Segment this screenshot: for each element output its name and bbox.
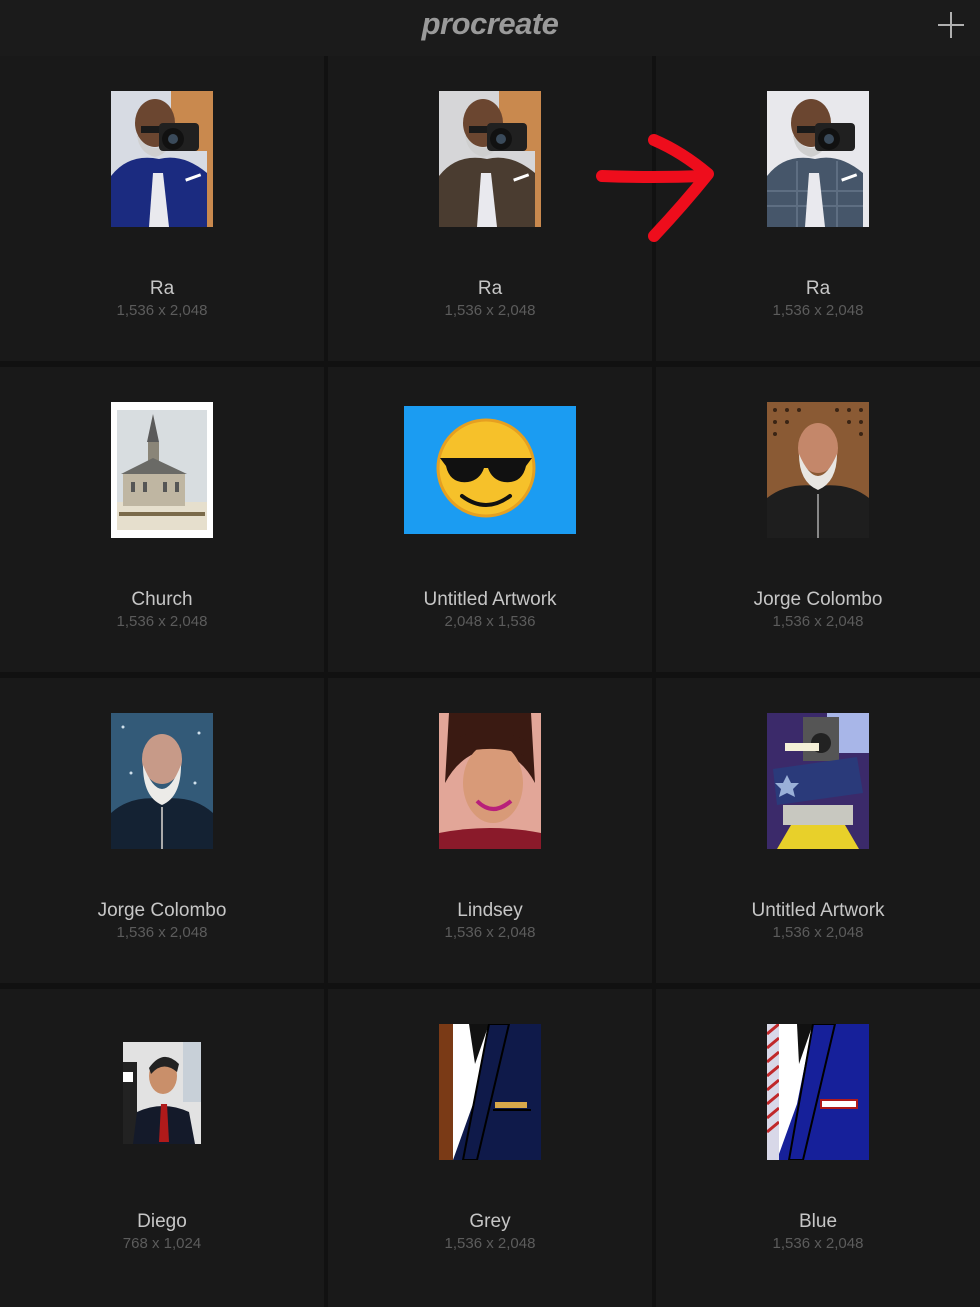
artwork-dimensions: 768 x 1,024 bbox=[122, 1235, 202, 1252]
artwork-dimensions: 1,536 x 2,048 bbox=[444, 302, 536, 319]
gallery-item-diego[interactable]: Diego 768 x 1,024 bbox=[0, 989, 324, 1294]
artwork-dimensions: 1,536 x 2,048 bbox=[444, 924, 536, 941]
artwork-dimensions: 1,536 x 2,048 bbox=[772, 924, 864, 941]
artwork-dimensions: 2,048 x 1,536 bbox=[444, 613, 536, 630]
artwork-dimensions: 1,536 x 2,048 bbox=[772, 613, 864, 630]
gallery-item-partial[interactable] bbox=[0, 1281, 324, 1307]
red-arrow-annotation-icon bbox=[596, 134, 714, 242]
artwork-title[interactable]: Untitled Artwork bbox=[328, 589, 652, 611]
artwork-thumbnail[interactable] bbox=[439, 91, 541, 227]
gallery-item-blue[interactable]: Blue 1,536 x 2,048 bbox=[656, 989, 980, 1294]
top-bar: procreate bbox=[0, 0, 980, 56]
gallery-item-lindsey[interactable]: Lindsey 1,536 x 2,048 bbox=[328, 678, 652, 983]
artwork-title[interactable]: Ra bbox=[656, 278, 980, 300]
artwork-dimensions: 1,536 x 2,048 bbox=[116, 302, 208, 319]
artwork-title[interactable]: Ra bbox=[0, 278, 324, 300]
artwork-title[interactable]: Church bbox=[0, 589, 324, 611]
artwork-title[interactable]: Ra bbox=[328, 278, 652, 300]
gallery-item-church[interactable]: Church 1,536 x 2,048 bbox=[0, 367, 324, 672]
gallery-item-partial[interactable] bbox=[656, 1281, 980, 1307]
artwork-thumbnail[interactable] bbox=[767, 402, 869, 538]
gallery-item-partial[interactable] bbox=[328, 1281, 652, 1307]
artwork-thumbnail[interactable] bbox=[111, 402, 213, 538]
artwork-title[interactable]: Diego bbox=[0, 1211, 324, 1233]
artwork-thumbnail[interactable] bbox=[439, 713, 541, 849]
artwork-title[interactable]: Untitled Artwork bbox=[656, 900, 980, 922]
add-artwork-plus-icon[interactable] bbox=[938, 12, 964, 38]
artwork-thumbnail[interactable] bbox=[767, 91, 869, 227]
artwork-thumbnail[interactable] bbox=[404, 406, 576, 534]
gallery-item-ra-1[interactable]: Ra 1,536 x 2,048 bbox=[0, 56, 324, 361]
artwork-thumbnail[interactable] bbox=[767, 1024, 869, 1160]
artwork-dimensions: 1,536 x 2,048 bbox=[116, 924, 208, 941]
artwork-title[interactable]: Lindsey bbox=[328, 900, 652, 922]
artwork-thumbnail[interactable] bbox=[439, 1024, 541, 1160]
artwork-thumbnail[interactable] bbox=[123, 1042, 201, 1144]
gallery-item-untitled-2[interactable]: Untitled Artwork 1,536 x 2,048 bbox=[656, 678, 980, 983]
artwork-thumbnail[interactable] bbox=[767, 713, 869, 849]
artwork-title[interactable]: Jorge Colombo bbox=[656, 589, 980, 611]
artwork-title[interactable]: Blue bbox=[656, 1211, 980, 1233]
artwork-title[interactable]: Grey bbox=[328, 1211, 652, 1233]
gallery-item-untitled-1[interactable]: Untitled Artwork 2,048 x 1,536 bbox=[328, 367, 652, 672]
gallery-item-jorge-colombo-1[interactable]: Jorge Colombo 1,536 x 2,048 bbox=[656, 367, 980, 672]
artwork-thumbnail[interactable] bbox=[111, 713, 213, 849]
procreate-logo: procreate bbox=[421, 6, 559, 41]
artwork-dimensions: 1,536 x 2,048 bbox=[772, 1235, 864, 1252]
gallery-item-grey[interactable]: Grey 1,536 x 2,048 bbox=[328, 989, 652, 1294]
artwork-dimensions: 1,536 x 2,048 bbox=[772, 302, 864, 319]
artwork-title[interactable]: Jorge Colombo bbox=[0, 900, 324, 922]
artwork-dimensions: 1,536 x 2,048 bbox=[116, 613, 208, 630]
gallery-item-jorge-colombo-2[interactable]: Jorge Colombo 1,536 x 2,048 bbox=[0, 678, 324, 983]
artwork-thumbnail[interactable] bbox=[111, 91, 213, 227]
artwork-dimensions: 1,536 x 2,048 bbox=[444, 1235, 536, 1252]
